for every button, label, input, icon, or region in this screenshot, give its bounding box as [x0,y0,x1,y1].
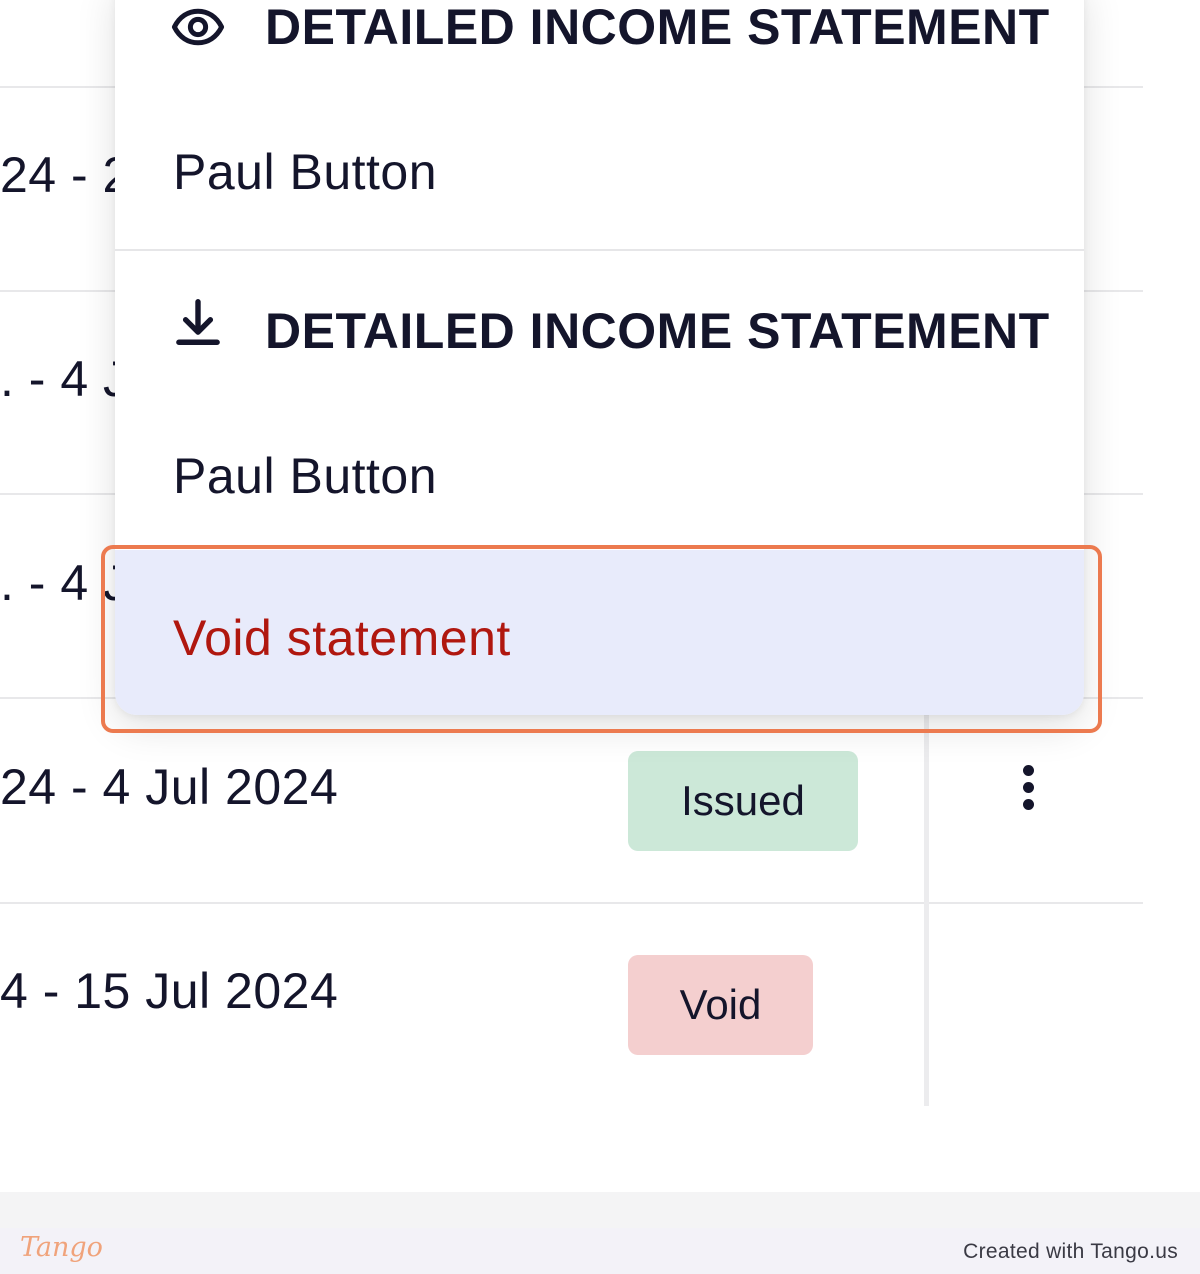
table-row-period: 24 - 4 Jul 2024 [0,759,339,815]
status-badge-issued: Issued [628,751,858,851]
status-badge-void: Void [628,955,813,1055]
column-divider [924,700,929,1106]
row-actions-menu: DETAILED INCOME STATEMENT Paul Button DE… [115,0,1084,715]
row-divider [0,902,1143,904]
tango-logo: Tango [20,1232,103,1263]
row-actions-kebab-icon[interactable] [1010,762,1046,816]
download-statement-title[interactable]: DETAILED INCOME STATEMENT [173,306,1050,356]
statements-table: 24 - 2 . - 4 J . - 4 J 24 - 4 Jul 2024 4… [0,0,1200,1192]
view-statement-label: DETAILED INCOME STATEMENT [265,0,1050,55]
view-statement-person[interactable]: Paul Button [173,147,437,197]
menu-divider [115,249,1084,251]
view-statement-title[interactable]: DETAILED INCOME STATEMENT [173,2,1050,52]
void-statement-label: Void statement [173,610,511,666]
footer-credit: Created with Tango.us [963,1240,1178,1263]
table-row-period: 24 - 2 [0,147,131,203]
table-row-period: . - 4 J [0,351,129,407]
table-row-period: 4 - 15 Jul 2024 [0,963,339,1019]
table-row-period: . - 4 J [0,555,129,611]
download-statement-person[interactable]: Paul Button [173,451,437,501]
download-statement-label: DETAILED INCOME STATEMENT [265,303,1050,359]
void-statement-item[interactable]: Void statement [115,550,1084,715]
footer: Tango Created with Tango.us [0,1228,1200,1274]
